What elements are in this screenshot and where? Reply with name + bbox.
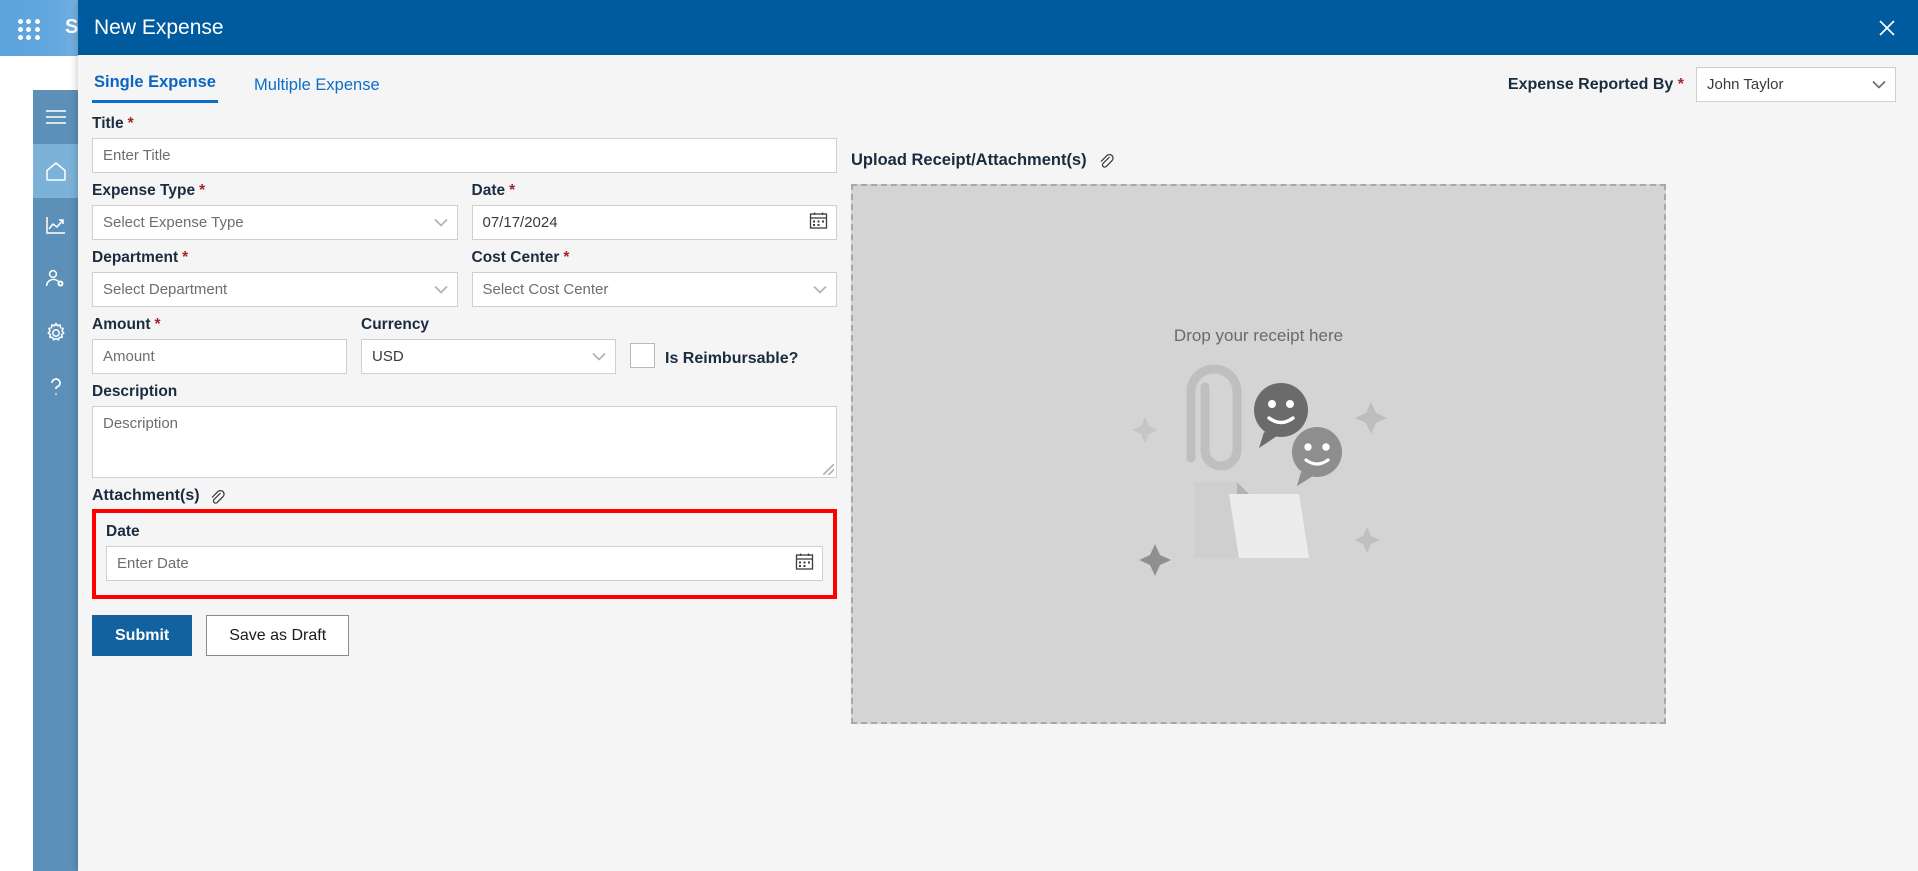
- amount-input[interactable]: Amount: [92, 339, 347, 374]
- form-row-type-date: Expense Type * Select Expense Type Date …: [92, 182, 837, 240]
- upload-title: Upload Receipt/Attachment(s): [851, 151, 1087, 169]
- description-textarea[interactable]: Description: [92, 406, 837, 478]
- form-row-dept-cost: Department * Select Department Cost Cent…: [92, 249, 837, 307]
- app-brand-logo: S: [65, 16, 79, 38]
- expense-reported-by-select[interactable]: John Taylor: [1696, 67, 1896, 102]
- paperclip-icon[interactable]: [1097, 152, 1114, 169]
- tab-single-expense[interactable]: Single Expense: [92, 69, 218, 103]
- chevron-down-icon: [1872, 76, 1886, 93]
- chevron-down-icon: [813, 281, 827, 298]
- department-label: Department *: [92, 249, 189, 266]
- user-settings-icon: [44, 268, 68, 290]
- expense-reported-by-group: Expense Reported By * John Taylor: [1508, 67, 1896, 102]
- department-value: Select Department: [103, 281, 228, 298]
- highlighted-date-section: Date Enter Date: [92, 509, 837, 599]
- expense-reported-by-label: Expense Reported By *: [1507, 75, 1684, 93]
- receipt-dropzone[interactable]: Drop your receipt here: [851, 184, 1666, 724]
- save-as-draft-button[interactable]: Save as Draft: [206, 615, 350, 656]
- chevron-down-icon: [592, 348, 606, 365]
- cost-center-select[interactable]: Select Cost Center: [471, 272, 837, 307]
- chevron-down-icon: [433, 214, 448, 231]
- new-expense-modal: New Expense Single Expense Multiple Expe…: [78, 0, 1918, 871]
- form-actions: Submit Save as Draft: [92, 615, 837, 656]
- attachment-date-label: Date: [106, 523, 140, 540]
- required-asterisk: *: [563, 249, 570, 266]
- gear-icon: [44, 321, 68, 345]
- close-icon[interactable]: [1870, 11, 1904, 45]
- form-row-description: Description Description: [92, 383, 837, 478]
- upload-header: Upload Receipt/Attachment(s): [851, 151, 1671, 170]
- field-department: Department * Select Department: [92, 249, 458, 307]
- chart-trend-icon: [44, 214, 68, 236]
- calendar-icon[interactable]: [809, 211, 828, 235]
- paperclip-icon[interactable]: [208, 488, 225, 505]
- amount-label: Amount *: [92, 316, 161, 333]
- is-reimbursable-label: Is Reimbursable?: [665, 350, 799, 367]
- expense-reported-by-value: John Taylor: [1707, 76, 1784, 93]
- required-asterisk: *: [182, 249, 189, 266]
- sidebar-item-settings[interactable]: [33, 306, 78, 360]
- attachments-label: Attachment(s): [92, 487, 200, 504]
- expense-type-value: Select Expense Type: [103, 214, 244, 231]
- currency-value: USD: [372, 348, 404, 365]
- modal-body: Single Expense Multiple Expense Expense …: [78, 55, 1918, 871]
- is-reimbursable-checkbox[interactable]: [630, 343, 655, 368]
- left-nav-rail: [33, 90, 78, 871]
- hamburger-menu-icon: [45, 109, 67, 125]
- attachment-date-input[interactable]: Enter Date: [106, 546, 823, 581]
- form-row-amount: Amount * Amount Currency USD Is Reimburs…: [92, 316, 837, 374]
- home-icon: [44, 160, 68, 182]
- field-cost-center: Cost Center * Select Cost Center: [471, 249, 837, 307]
- title-input[interactable]: Enter Title: [92, 138, 837, 173]
- field-reimbursable: Is Reimbursable?: [630, 316, 837, 374]
- required-asterisk: *: [199, 182, 206, 199]
- cost-center-label: Cost Center *: [471, 249, 570, 266]
- form-row-title: Title * Enter Title: [92, 115, 837, 173]
- sidebar-item-analytics[interactable]: [33, 198, 78, 252]
- field-title: Title * Enter Title: [92, 115, 837, 173]
- tab-multiple-expense[interactable]: Multiple Expense: [252, 72, 382, 103]
- sidebar-item-home[interactable]: [33, 144, 78, 198]
- calendar-icon[interactable]: [795, 552, 814, 576]
- field-currency: Currency USD: [361, 316, 616, 374]
- field-expense-type: Expense Type * Select Expense Type: [92, 182, 458, 240]
- field-description: Description Description: [92, 383, 837, 478]
- date-input[interactable]: 07/17/2024: [471, 205, 837, 240]
- chevron-down-icon: [433, 281, 448, 298]
- required-asterisk: *: [509, 182, 516, 199]
- attachments-row: Attachment(s): [92, 487, 837, 505]
- required-asterisk: *: [1677, 75, 1684, 93]
- modal-header: New Expense: [78, 0, 1918, 55]
- field-date: Date * 07/17/2024: [471, 182, 837, 240]
- title-label: Title *: [92, 115, 134, 132]
- department-select[interactable]: Select Department: [92, 272, 458, 307]
- question-mark-icon: [45, 375, 67, 399]
- field-amount: Amount * Amount: [92, 316, 347, 374]
- expense-type-select[interactable]: Select Expense Type: [92, 205, 458, 240]
- sidebar-item-help[interactable]: [33, 360, 78, 414]
- upload-panel: Upload Receipt/Attachment(s) Drop your r…: [851, 151, 1671, 724]
- currency-label: Currency: [361, 316, 430, 333]
- expense-type-label: Expense Type *: [92, 182, 206, 199]
- expense-form: Title * Enter Title Expense Type * Selec…: [92, 115, 837, 656]
- description-label: Description: [92, 383, 178, 400]
- sidebar-item-user-management[interactable]: [33, 252, 78, 306]
- required-asterisk: *: [154, 316, 161, 333]
- receipt-placeholder-illustration: [1109, 362, 1409, 582]
- modal-title: New Expense: [94, 15, 224, 39]
- dropzone-text: Drop your receipt here: [1173, 326, 1344, 345]
- currency-select[interactable]: USD: [361, 339, 616, 374]
- cost-center-value: Select Cost Center: [482, 281, 609, 298]
- required-asterisk: *: [127, 115, 134, 132]
- description-placeholder: Description: [103, 415, 179, 432]
- grid-apps-icon[interactable]: [14, 17, 44, 41]
- submit-button[interactable]: Submit: [92, 615, 193, 656]
- expense-tabs: Single Expense Multiple Expense: [92, 69, 382, 103]
- date-label: Date *: [471, 182, 516, 199]
- resize-handle-icon[interactable]: [823, 464, 834, 475]
- sidebar-item-menu[interactable]: [33, 90, 78, 144]
